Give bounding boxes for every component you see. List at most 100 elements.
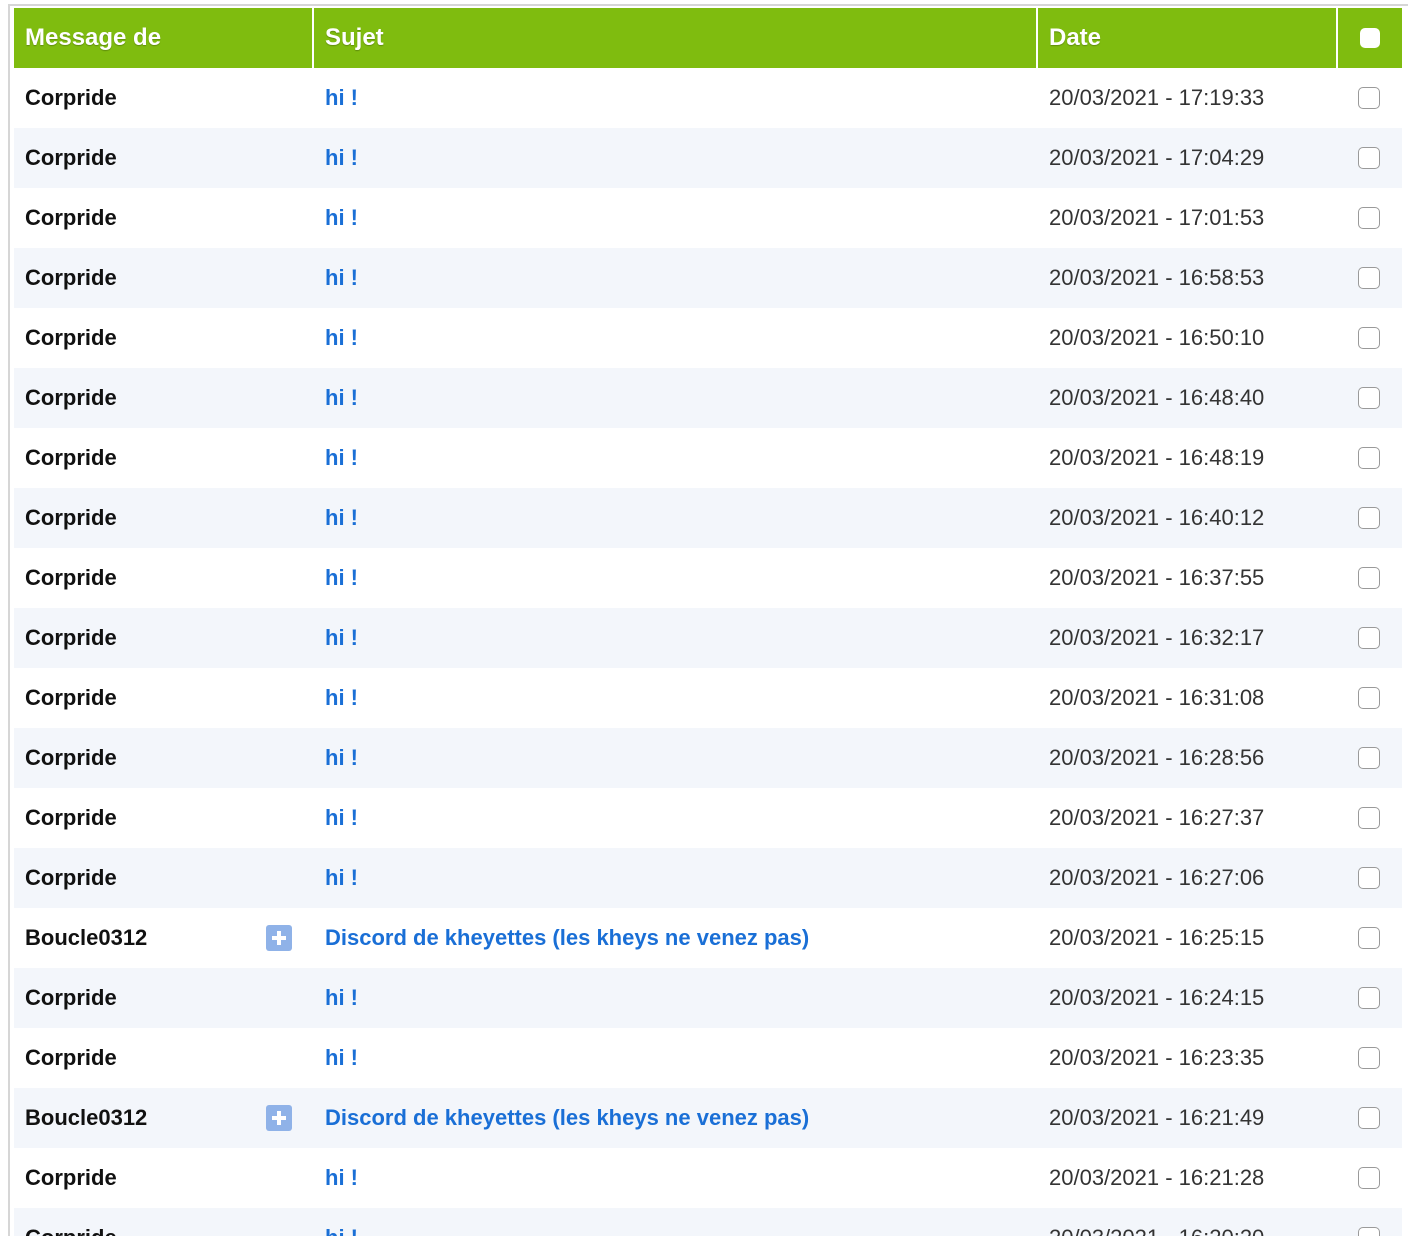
message-subject-link[interactable]: hi !: [314, 128, 1038, 188]
message-subject-link[interactable]: hi !: [314, 368, 1038, 428]
row-select-cell: [1338, 128, 1402, 188]
author-name[interactable]: Corpride: [25, 505, 117, 530]
row-checkbox[interactable]: [1358, 807, 1380, 829]
table-row: Corpride hi ! 20/03/2021 - 16:37:55: [14, 548, 1402, 608]
author-name[interactable]: Corpride: [25, 745, 117, 770]
message-subject-link[interactable]: hi !: [314, 188, 1038, 248]
table-row: Corpride hi ! 20/03/2021 - 16:31:08: [14, 668, 1402, 728]
message-author[interactable]: Corpride: [14, 428, 314, 488]
message-subject-link[interactable]: hi !: [314, 248, 1038, 308]
row-checkbox[interactable]: [1358, 87, 1380, 109]
message-subject-link[interactable]: hi !: [314, 968, 1038, 1028]
row-checkbox[interactable]: [1358, 507, 1380, 529]
message-author[interactable]: Corpride: [14, 548, 314, 608]
message-subject-link[interactable]: hi !: [314, 608, 1038, 668]
message-author[interactable]: Corpride: [14, 368, 314, 428]
author-name[interactable]: Corpride: [25, 1165, 117, 1190]
row-checkbox[interactable]: [1358, 1047, 1380, 1069]
row-checkbox[interactable]: [1358, 1227, 1380, 1236]
message-subject-link[interactable]: hi !: [314, 428, 1038, 488]
row-checkbox[interactable]: [1358, 327, 1380, 349]
message-subject-link[interactable]: hi !: [314, 728, 1038, 788]
message-subject-link[interactable]: hi !: [314, 488, 1038, 548]
author-name[interactable]: Corpride: [25, 865, 117, 890]
row-checkbox[interactable]: [1358, 567, 1380, 589]
message-author[interactable]: Corpride: [14, 1208, 314, 1236]
message-author[interactable]: Corpride: [14, 248, 314, 308]
author-name[interactable]: Corpride: [25, 565, 117, 590]
author-name[interactable]: Corpride: [25, 205, 117, 230]
row-checkbox[interactable]: [1358, 147, 1380, 169]
message-author[interactable]: Corpride: [14, 668, 314, 728]
row-checkbox[interactable]: [1358, 447, 1380, 469]
header-subject[interactable]: Sujet: [314, 8, 1038, 68]
message-subject-link[interactable]: Discord de kheyettes (les kheys ne venez…: [314, 1088, 1038, 1148]
message-subject-link[interactable]: hi !: [314, 308, 1038, 368]
author-name[interactable]: Corpride: [25, 805, 117, 830]
message-subject-link[interactable]: hi !: [314, 788, 1038, 848]
message-author[interactable]: Boucle0312: [14, 908, 314, 968]
message-author[interactable]: Corpride: [14, 68, 314, 128]
expand-plus-icon[interactable]: [266, 1105, 292, 1131]
header-date[interactable]: Date: [1038, 8, 1338, 68]
table-row: Corpride hi ! 20/03/2021 - 16:28:56: [14, 728, 1402, 788]
message-subject-link[interactable]: hi !: [314, 1148, 1038, 1208]
table-row: Corpride hi ! 20/03/2021 - 17:04:29: [14, 128, 1402, 188]
message-author[interactable]: Boucle0312: [14, 1088, 314, 1148]
expand-plus-icon[interactable]: [266, 925, 292, 951]
row-select-cell: [1338, 728, 1402, 788]
row-checkbox[interactable]: [1358, 987, 1380, 1009]
row-checkbox[interactable]: [1358, 927, 1380, 949]
message-subject-link[interactable]: hi !: [314, 668, 1038, 728]
table-row: Corpride hi ! 20/03/2021 - 16:24:15: [14, 968, 1402, 1028]
row-checkbox[interactable]: [1358, 207, 1380, 229]
message-subject-link[interactable]: Discord de kheyettes (les kheys ne venez…: [314, 908, 1038, 968]
author-name[interactable]: Corpride: [25, 445, 117, 470]
message-author[interactable]: Corpride: [14, 308, 314, 368]
row-checkbox[interactable]: [1358, 687, 1380, 709]
author-name[interactable]: Corpride: [25, 265, 117, 290]
row-checkbox[interactable]: [1358, 867, 1380, 889]
message-date: 20/03/2021 - 17:01:53: [1049, 205, 1265, 230]
message-author[interactable]: Corpride: [14, 188, 314, 248]
row-checkbox[interactable]: [1358, 267, 1380, 289]
author-name[interactable]: Corpride: [25, 625, 117, 650]
header-select-all[interactable]: [1338, 8, 1402, 68]
message-author[interactable]: Corpride: [14, 1148, 314, 1208]
author-name[interactable]: Corpride: [25, 985, 117, 1010]
message-date: 20/03/2021 - 16:21:28: [1049, 1165, 1265, 1190]
message-date: 20/03/2021 - 16:32:17: [1049, 625, 1265, 650]
table-row: Corpride hi ! 20/03/2021 - 16:23:35: [14, 1028, 1402, 1088]
message-subject-link[interactable]: hi !: [314, 1028, 1038, 1088]
message-author[interactable]: Corpride: [14, 788, 314, 848]
header-author[interactable]: Message de: [14, 8, 314, 68]
select-all-checkbox[interactable]: [1360, 28, 1380, 48]
row-checkbox[interactable]: [1358, 747, 1380, 769]
message-subject-link[interactable]: hi !: [314, 1208, 1038, 1236]
row-checkbox[interactable]: [1358, 1167, 1380, 1189]
message-author[interactable]: Corpride: [14, 968, 314, 1028]
author-name[interactable]: Boucle0312: [25, 1105, 147, 1130]
author-name[interactable]: Corpride: [25, 85, 117, 110]
row-checkbox[interactable]: [1358, 627, 1380, 649]
author-name[interactable]: Corpride: [25, 1225, 117, 1236]
author-name[interactable]: Boucle0312: [25, 925, 147, 950]
message-subject-link[interactable]: hi !: [314, 68, 1038, 128]
author-name[interactable]: Corpride: [25, 685, 117, 710]
message-author[interactable]: Corpride: [14, 488, 314, 548]
message-author[interactable]: Corpride: [14, 728, 314, 788]
row-checkbox[interactable]: [1358, 1107, 1380, 1129]
message-author[interactable]: Corpride: [14, 848, 314, 908]
message-author[interactable]: Corpride: [14, 128, 314, 188]
message-subject-link[interactable]: hi !: [314, 848, 1038, 908]
message-author[interactable]: Corpride: [14, 1028, 314, 1088]
message-author[interactable]: Corpride: [14, 608, 314, 668]
author-name[interactable]: Corpride: [25, 325, 117, 350]
author-name[interactable]: Corpride: [25, 385, 117, 410]
row-select-cell: [1338, 488, 1402, 548]
message-subject-link[interactable]: hi !: [314, 548, 1038, 608]
table-row: Corpride hi ! 20/03/2021 - 17:01:53: [14, 188, 1402, 248]
author-name[interactable]: Corpride: [25, 1045, 117, 1070]
author-name[interactable]: Corpride: [25, 145, 117, 170]
row-checkbox[interactable]: [1358, 387, 1380, 409]
